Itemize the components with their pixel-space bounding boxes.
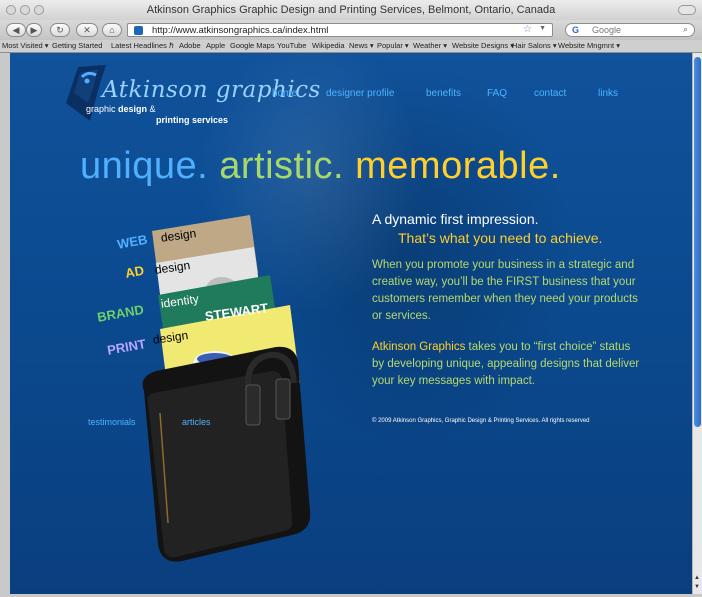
- reload-icon: ↻: [56, 24, 64, 35]
- intro-paragraph: When you promote your business in a stra…: [372, 259, 638, 322]
- home-button[interactable]: ⌂: [102, 23, 122, 37]
- bookmark-youtube[interactable]: YouTube: [277, 41, 306, 50]
- address-url: http://www.atkinsongraphics.ca/index.htm…: [152, 25, 329, 36]
- choice-paragraph: Atkinson Graphics takes you to “first ch…: [372, 339, 642, 390]
- address-bar[interactable]: http://www.atkinsongraphics.ca/index.htm…: [127, 23, 553, 37]
- bookmark-news[interactable]: News ▾: [349, 41, 374, 50]
- forward-button[interactable]: ▶: [26, 23, 42, 37]
- window-titlebar: Atkinson Graphics Graphic Design and Pri…: [0, 0, 702, 21]
- copyright-notice: © 2009 Atkinson Graphics, Graphic Design…: [372, 418, 590, 424]
- bookmark-hair-salons[interactable]: Hair Salons ▾: [512, 41, 557, 50]
- bookmark-weather[interactable]: Weather ▾: [413, 41, 447, 50]
- bookmark-star-icon[interactable]: ☆: [523, 24, 532, 35]
- bookmark-adobe[interactable]: Adobe: [179, 41, 201, 50]
- forward-arrow-icon: ▶: [30, 24, 38, 35]
- logo-tagline-line2: printing services: [156, 115, 229, 125]
- headline-word-artistic: artistic.: [208, 145, 345, 187]
- url-dropdown-icon[interactable]: ▼: [539, 25, 546, 32]
- nav-faq[interactable]: FAQ: [487, 88, 507, 99]
- logo-tagline-part: graphic: [86, 104, 119, 114]
- back-button[interactable]: ◀: [6, 23, 26, 37]
- nav-links[interactable]: links: [598, 88, 618, 99]
- bookmarks-bar: Most Visited ▾ Getting Started Latest He…: [0, 40, 702, 53]
- nav-contact[interactable]: contact: [534, 88, 566, 99]
- toolbar-toggle-button[interactable]: [678, 5, 696, 15]
- bookmark-most-visited[interactable]: Most Visited ▾: [2, 41, 49, 50]
- bookmark-website-mngmnt[interactable]: Website Mngmnt ▾: [558, 41, 620, 50]
- web-page: Atkinson graphics graphic design & print…: [10, 53, 692, 594]
- hero-headline: unique. artistic. memorable.: [80, 145, 561, 188]
- portfolio-label-ad: AD: [124, 262, 146, 281]
- home-icon: ⌂: [109, 25, 115, 35]
- company-name-highlight: Atkinson Graphics: [372, 341, 466, 353]
- articles-link[interactable]: articles: [182, 417, 211, 427]
- lead-line-2: That’s what you need to achieve.: [398, 230, 603, 246]
- testimonials-link[interactable]: testimonials: [88, 417, 136, 427]
- lead-line-1: A dynamic first impression.: [372, 211, 539, 227]
- scroll-down-arrow-icon[interactable]: ▼: [694, 584, 700, 590]
- search-placeholder: Google: [592, 25, 622, 35]
- site-favicon-icon: [134, 26, 143, 35]
- bookmark-website-designs[interactable]: Website Designs ▾: [452, 41, 514, 50]
- search-input[interactable]: G Google ⌕: [565, 23, 695, 37]
- stop-icon: ✕: [83, 24, 91, 35]
- search-icon[interactable]: ⌕: [683, 24, 688, 35]
- back-arrow-icon: ◀: [12, 24, 20, 35]
- window-title: Atkinson Graphics Graphic Design and Pri…: [146, 4, 556, 16]
- headline-word-memorable: memorable.: [344, 145, 561, 187]
- scrollbar-thumb[interactable]: [694, 57, 701, 427]
- bookmark-getting-started[interactable]: Getting Started: [52, 41, 102, 50]
- page-scrollbar[interactable]: ▲ ▼: [692, 53, 702, 594]
- nav-home[interactable]: home: [272, 88, 297, 99]
- bookmark-google-maps[interactable]: Google Maps: [230, 41, 275, 50]
- nav-designer-profile[interactable]: designer profile: [326, 88, 394, 99]
- bookmark-wikipedia[interactable]: Wikipedia: [312, 41, 345, 50]
- logo-tagline-part: &: [147, 104, 156, 114]
- browser-toolbar: ◀ ▶ ↻ ✕ ⌂ http://www.atkinsongraphics.ca…: [0, 20, 702, 40]
- headline-word-unique: unique.: [80, 145, 209, 187]
- bookmark-popular[interactable]: Popular ▾: [377, 41, 409, 50]
- bookmark-apple[interactable]: Apple: [206, 41, 225, 50]
- nav-benefits[interactable]: benefits: [426, 88, 461, 99]
- logo-tagline-line1: graphic design &: [86, 104, 156, 114]
- reload-button[interactable]: ↻: [50, 23, 70, 37]
- logo-tagline-bold: design: [118, 104, 148, 114]
- stop-button[interactable]: ✕: [76, 23, 98, 37]
- bookmark-latest-headlines[interactable]: Latest Headlines ℏ: [111, 41, 174, 50]
- scroll-up-arrow-icon[interactable]: ▲: [694, 575, 700, 581]
- search-engine-icon[interactable]: G: [572, 25, 579, 35]
